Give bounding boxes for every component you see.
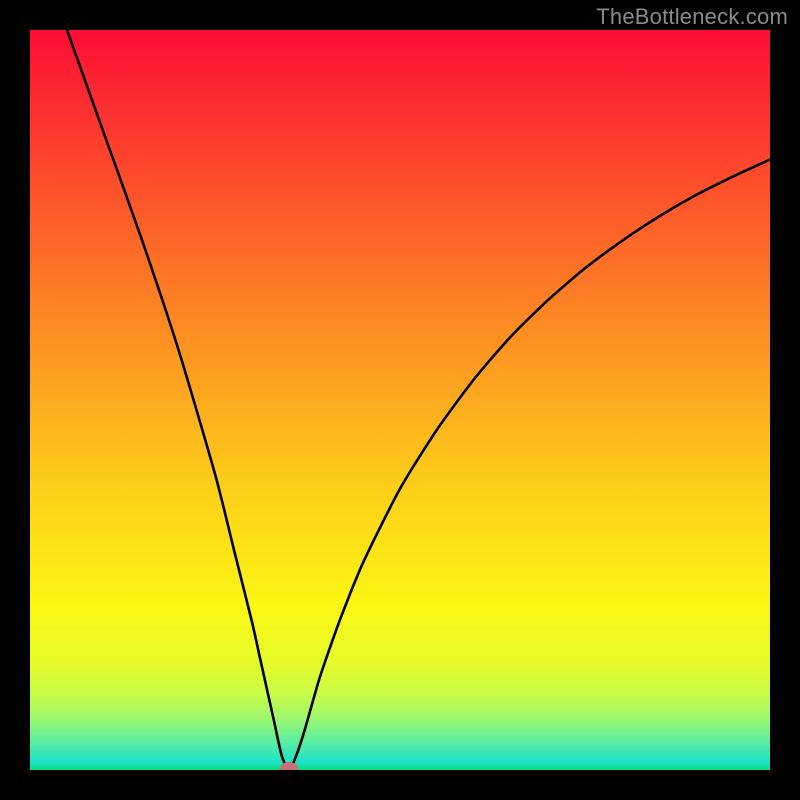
- chart-frame: TheBottleneck.com: [0, 0, 800, 800]
- plot-area: [30, 30, 770, 770]
- bottleneck-curve: [30, 30, 770, 770]
- watermark-text: TheBottleneck.com: [596, 4, 788, 30]
- optimum-marker: [280, 762, 298, 770]
